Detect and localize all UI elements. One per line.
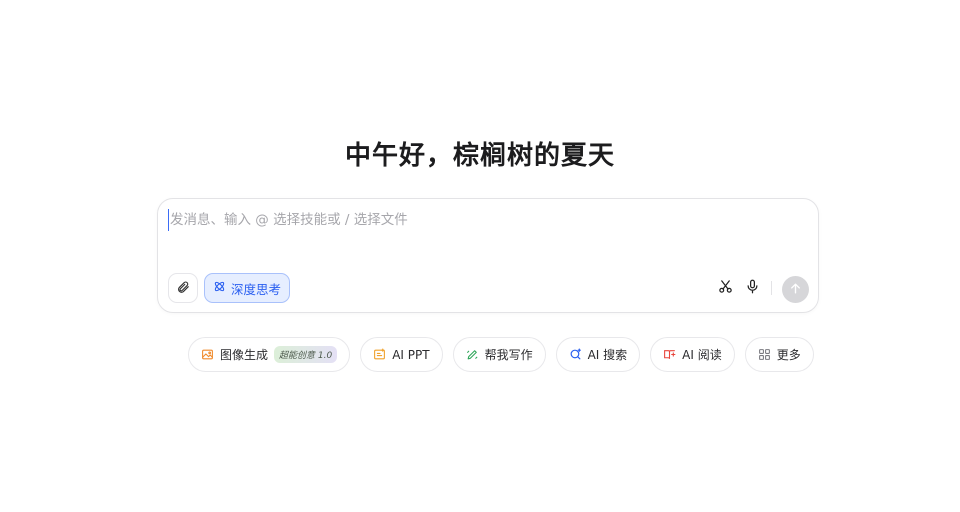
image-gen-icon [201, 348, 214, 361]
send-button[interactable] [782, 276, 809, 303]
chip-ai-reading[interactable]: AI 阅读 [650, 337, 735, 372]
message-input[interactable] [168, 209, 798, 231]
page-title: 中午好，棕榈树的夏天 [344, 141, 615, 171]
chip-label: 图像生成 [220, 348, 269, 362]
chip-badge: 超能创意 1.0 [274, 346, 338, 363]
deep-think-label: 深度思考 [230, 281, 281, 297]
chip-ai-ppt[interactable]: AI PPT [360, 337, 443, 372]
search-icon [569, 348, 582, 361]
toolbar-divider [771, 281, 772, 295]
ppt-icon [373, 348, 386, 361]
chip-writing[interactable]: 帮我写作 [452, 337, 546, 372]
chip-label: AI 阅读 [682, 348, 722, 362]
microphone-icon [745, 279, 760, 298]
chip-label: AI 搜索 [587, 348, 628, 362]
chip-label: 更多 [776, 348, 801, 362]
scissors-icon [718, 279, 733, 298]
voice-button[interactable] [743, 279, 761, 297]
reading-icon [663, 348, 676, 361]
chip-image-gen[interactable]: 图像生成 超能创意 1.0 [188, 337, 351, 372]
chip-ai-search[interactable]: AI 搜索 [555, 337, 641, 372]
deep-think-button[interactable]: 深度思考 [204, 273, 290, 303]
chip-label: AI PPT [392, 347, 430, 362]
arrow-up-icon [789, 280, 802, 299]
chip-more[interactable]: 更多 [744, 337, 814, 372]
composer: 深度思考 [157, 198, 819, 313]
quick-actions: 图像生成 超能创意 1.0 AI PPT 帮我写作 AI 搜索 AI 阅读 更多 [188, 337, 814, 372]
pen-icon [466, 348, 479, 361]
chip-label: 帮我写作 [484, 348, 533, 362]
paperclip-icon [176, 279, 190, 298]
grid-icon [758, 348, 771, 361]
atom-icon [213, 280, 226, 296]
attach-button[interactable] [168, 273, 198, 303]
scissors-button[interactable] [716, 279, 734, 297]
